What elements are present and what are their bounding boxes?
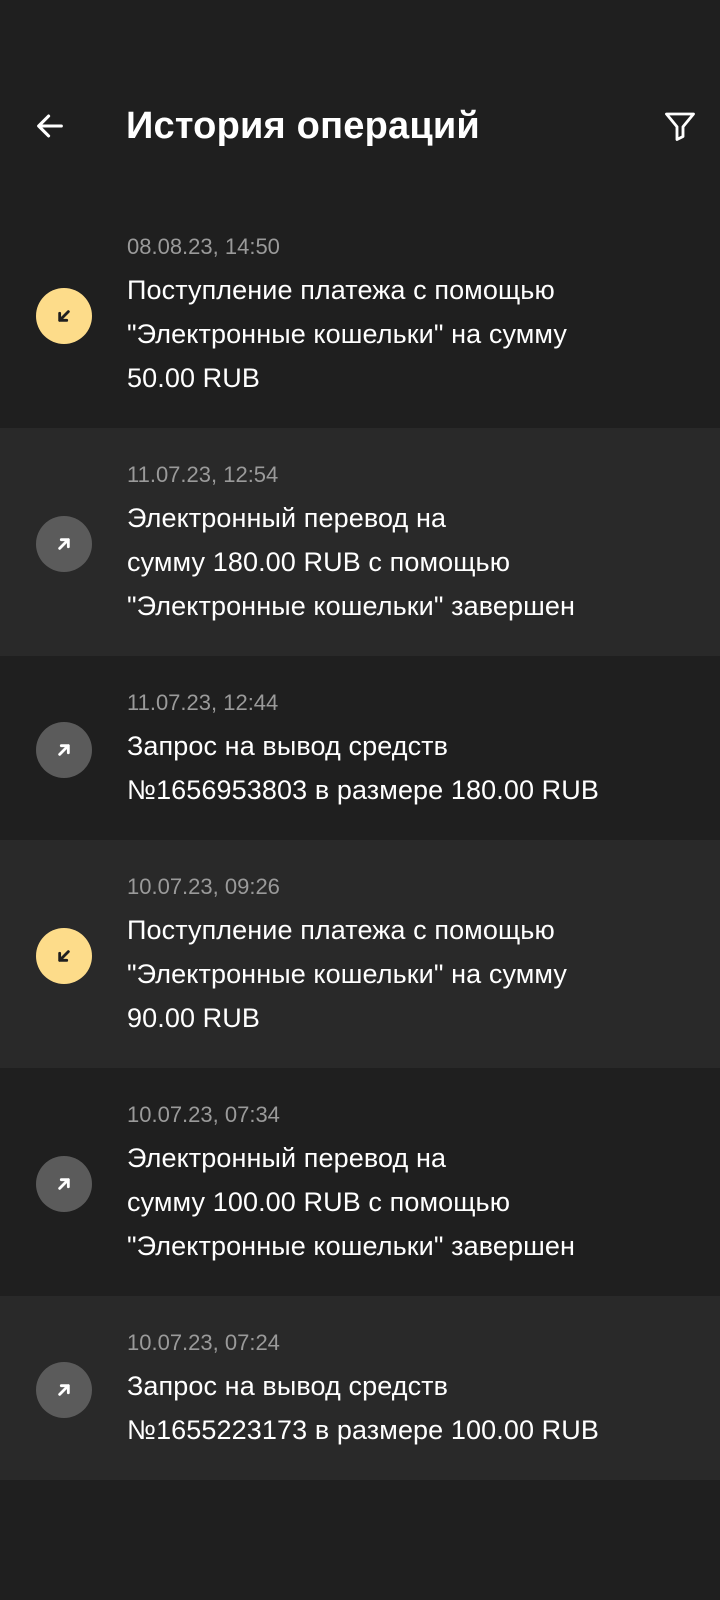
arrow-down-left-icon	[36, 288, 92, 344]
back-button[interactable]	[22, 98, 78, 154]
status-bar	[0, 0, 720, 76]
arrow-up-right-icon	[36, 516, 92, 572]
operation-item[interactable]: 08.08.23, 14:50 Поступление платежа с пом…	[0, 200, 720, 428]
operation-date: 10.07.23, 07:24	[127, 1330, 280, 1355]
operation-description: Поступление платежа с помощью "Электронн…	[127, 915, 567, 1033]
filter-button[interactable]	[652, 98, 708, 154]
operation-description: Запрос на вывод средств №1656953803 в ра…	[127, 731, 599, 805]
operation-date: 10.07.23, 07:34	[127, 1102, 280, 1127]
arrow-left-icon	[37, 114, 63, 138]
screen: История операций 08.08.23, 14:50 Поступле…	[0, 0, 720, 1600]
operation-item[interactable]: 10.07.23, 05:34Поступление платежа с пом…	[0, 1480, 720, 1516]
operation-date: 08.08.23, 14:50	[127, 234, 280, 259]
operation-description: Электронный перевод на сумму 180.00 RUB …	[127, 503, 575, 621]
operation-item[interactable]: 10.07.23, 07:24 Запрос на вывод средств №…	[0, 1296, 720, 1480]
operation-date: 10.07.23, 09:26	[127, 874, 280, 899]
operation-date: 10.07.23, 05:34	[127, 1514, 696, 1516]
operation-item[interactable]: 10.07.23, 07:34 Электронный перевод на су…	[0, 1068, 720, 1296]
operations-list[interactable]: 08.08.23, 14:50 Поступление платежа с пом…	[0, 200, 720, 1516]
page-title: История операций	[126, 105, 480, 147]
operation-item[interactable]: 11.07.23, 12:54 Электронный перевод на су…	[0, 428, 720, 656]
operation-description: Запрос на вывод средств №1655223173 в ра…	[127, 1371, 599, 1445]
arrow-up-right-icon	[36, 1362, 92, 1418]
operation-description: Поступление платежа с помощью "Электронн…	[127, 275, 567, 393]
arrow-up-right-icon	[36, 1156, 92, 1212]
operation-item[interactable]: 11.07.23, 12:44 Запрос на вывод средств №…	[0, 656, 720, 840]
operation-date: 11.07.23, 12:54	[127, 462, 279, 487]
filter-icon	[665, 112, 695, 141]
arrow-down-left-icon	[36, 928, 92, 984]
operation-date: 11.07.23, 12:44	[127, 690, 279, 715]
operation-item[interactable]: 10.07.23, 09:26 Поступление платежа с пом…	[0, 840, 720, 1068]
arrow-up-right-icon	[36, 722, 92, 778]
operation-description: Электронный перевод на сумму 100.00 RUB …	[127, 1143, 575, 1261]
app-bar: История операций	[0, 76, 720, 176]
